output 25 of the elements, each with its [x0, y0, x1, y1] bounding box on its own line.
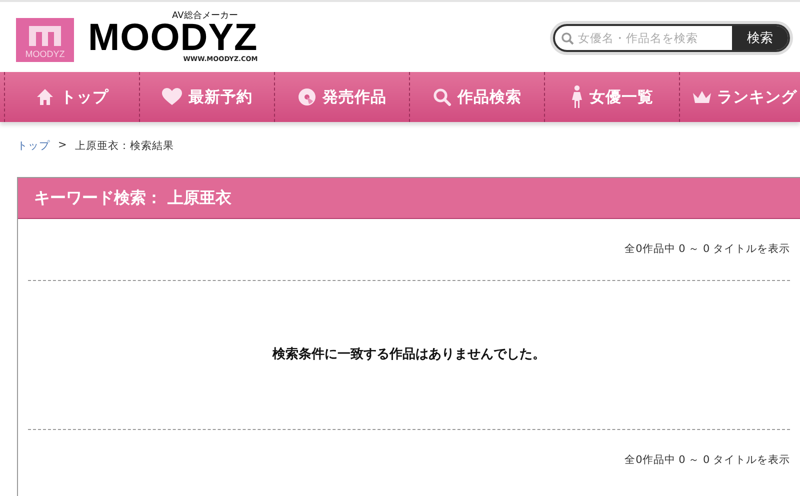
logo-wordmark[interactable]: MOODYZ [88, 20, 258, 54]
breadcrumb-separator: > [58, 139, 67, 153]
search-icon [432, 88, 450, 106]
heart-icon [162, 88, 182, 106]
no-results-message: 検索条件に一致する作品はありませんでした。 [28, 281, 790, 430]
search-button[interactable]: 検索 [732, 26, 788, 50]
search-icon [561, 32, 574, 44]
disc-icon [298, 88, 316, 106]
nav-item[interactable]: ランキング [679, 72, 800, 122]
breadcrumb-link[interactable]: トップ [17, 139, 50, 162]
breadcrumb-current: 上原亜衣：検索結果 [74, 139, 174, 154]
nav-item[interactable]: 作品検索 [409, 72, 544, 122]
nav-item[interactable]: トップ [4, 72, 139, 122]
logo-badge[interactable]: MOODYZ [16, 18, 74, 62]
panel-title: キーワード検索： 上原亜衣 [18, 178, 800, 219]
search-field[interactable]: 女優名・作品名を検索 検索 [553, 24, 790, 52]
nav-item[interactable]: 最新予約 [139, 72, 274, 122]
person-icon [570, 85, 582, 109]
crown-icon [692, 90, 712, 104]
home-icon [36, 88, 54, 106]
result-count: 全0作品中 0 ～ 0 タイトルを表示 [624, 453, 790, 468]
logo-tagline: AV総合メーカー [172, 10, 238, 20]
nav-item[interactable]: 発売作品 [274, 72, 409, 122]
result-count: 全0作品中 0 ～ 0 タイトルを表示 [28, 219, 790, 281]
nav-item[interactable]: 女優一覧 [544, 72, 679, 122]
